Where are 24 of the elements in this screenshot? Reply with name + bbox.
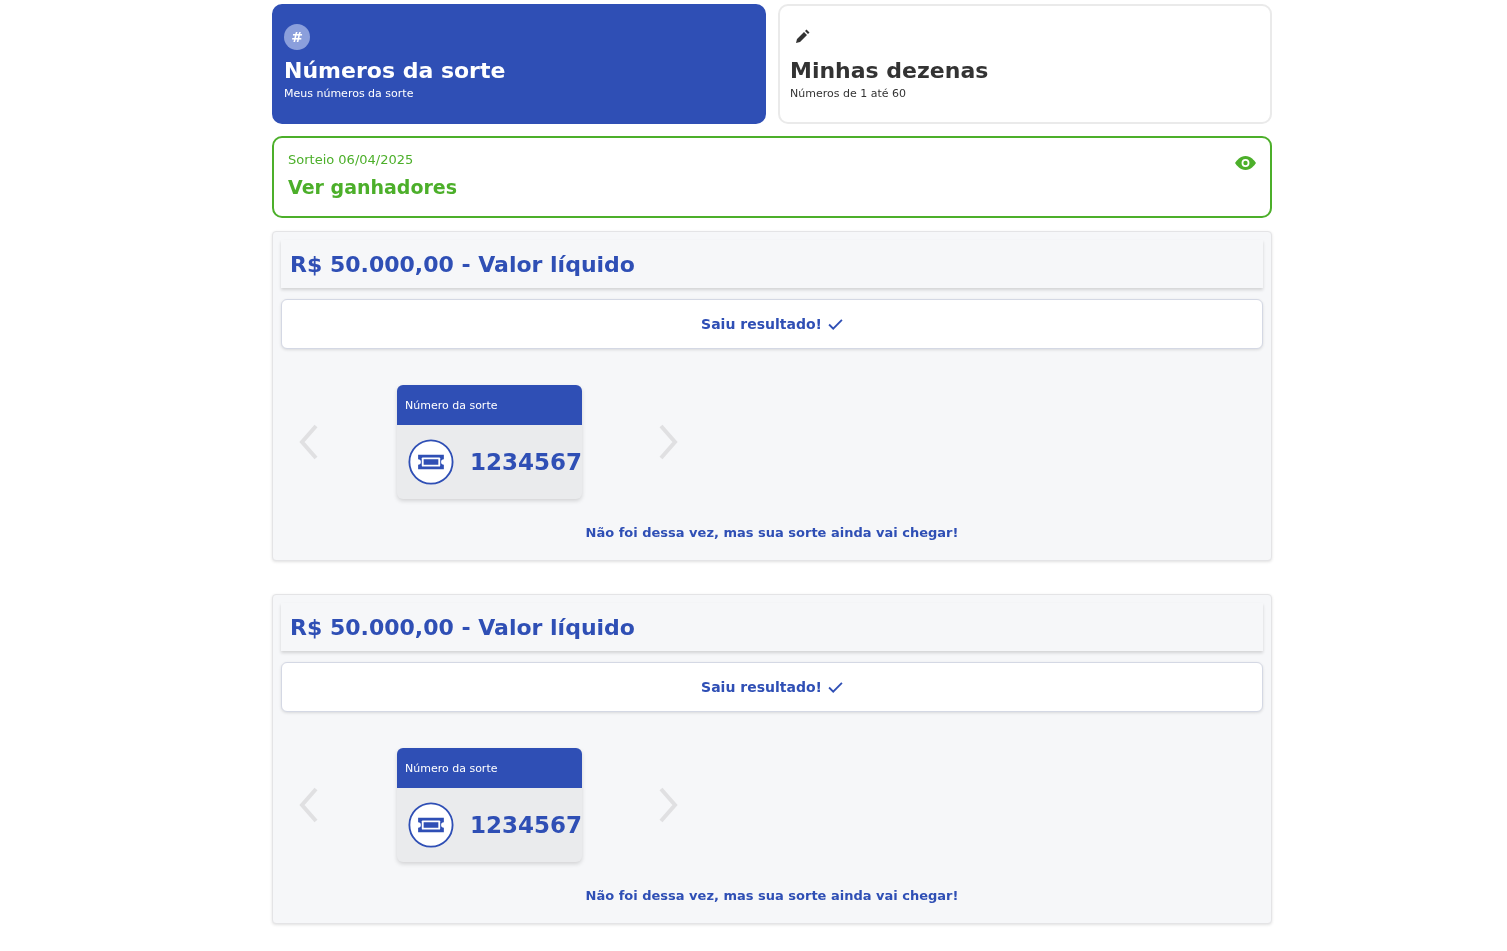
lucky-number: 1234567 bbox=[469, 449, 582, 475]
result-button[interactable]: Saiu resultado! bbox=[281, 662, 1263, 712]
ticket-icon bbox=[408, 800, 454, 850]
category-tab[interactable]: # Números da sorte Meus números da sorte bbox=[272, 4, 766, 124]
result-button[interactable]: Saiu resultado! bbox=[281, 299, 1263, 349]
tab-title: Números da sorte bbox=[284, 58, 507, 83]
result-message: Não foi dessa vez, mas sua sorte ainda vai chegar! bbox=[585, 525, 959, 540]
card-label: Número da sorte bbox=[405, 398, 498, 412]
result-message: Não foi dessa vez, mas sua sorte ainda vai chegar! bbox=[585, 888, 959, 903]
category-tab[interactable]: Minhas dezenas Números de 1 até 60 bbox=[778, 4, 1272, 124]
draw-date: Sorteio 06/04/2025 bbox=[288, 152, 415, 167]
prize-title: R$ 50.000,00 - Valor líquido bbox=[290, 614, 635, 640]
ticket-icon bbox=[408, 437, 454, 487]
lucky-number: 1234567 bbox=[469, 812, 582, 838]
card-label: Número da sorte bbox=[405, 761, 498, 775]
check-icon bbox=[827, 318, 843, 330]
tab-subtitle: Meus números da sorte bbox=[284, 87, 415, 100]
eye-icon bbox=[1235, 156, 1256, 170]
tab-subtitle: Números de 1 até 60 bbox=[790, 87, 907, 100]
check-icon bbox=[827, 681, 843, 693]
pencil-icon bbox=[794, 29, 810, 45]
tab-title: Minhas dezenas bbox=[790, 58, 990, 83]
hash-icon: # bbox=[284, 24, 310, 50]
prize-title: R$ 50.000,00 - Valor líquido bbox=[290, 251, 635, 277]
